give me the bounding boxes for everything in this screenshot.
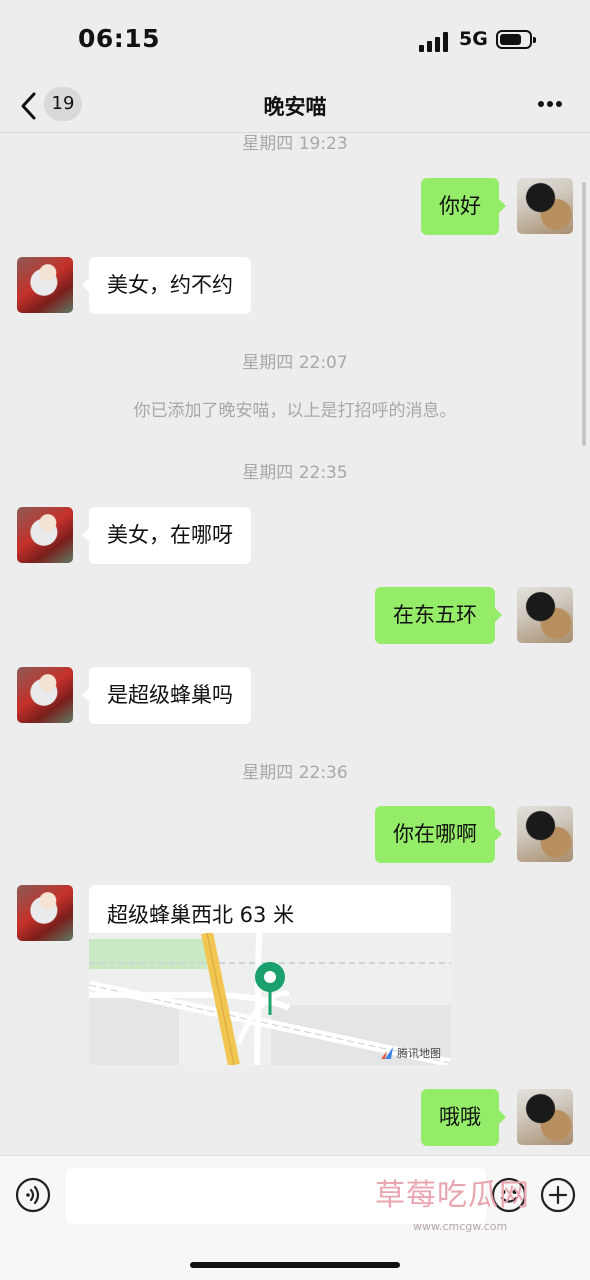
message-bubble-incoming[interactable]: 是超级蜂巢吗 — [82, 667, 251, 724]
self-avatar[interactable] — [517, 178, 573, 234]
message-input[interactable] — [66, 1168, 486, 1224]
self-avatar[interactable] — [517, 1089, 573, 1145]
home-indicator[interactable] — [190, 1262, 400, 1268]
input-bar: 草莓吃瓜网 www.cmcgw.com — [0, 1155, 590, 1280]
system-message: 你已添加了晚安喵，以上是打招呼的消息。 — [133, 401, 457, 421]
signal-icon — [419, 30, 451, 52]
map-credit: 腾讯地图 — [397, 1047, 441, 1060]
more-dots-icon[interactable] — [534, 94, 566, 114]
location-message-card[interactable]: 超级蜂巢西北 63 米 腾讯地图 — [89, 885, 451, 1065]
chat-title: 晚安喵 — [263, 95, 327, 119]
contact-avatar[interactable] — [17, 885, 73, 941]
message-bubble-outgoing[interactable]: 你好 — [421, 178, 506, 235]
self-avatar[interactable] — [517, 587, 573, 643]
contact-avatar[interactable] — [17, 257, 73, 313]
message-bubble-incoming[interactable]: 美女，在哪呀 — [82, 507, 251, 564]
scrollbar[interactable] — [582, 182, 586, 446]
timestamp: 星期四 19:23 — [242, 134, 348, 154]
message-bubble-incoming[interactable]: 美女，约不约 — [82, 257, 251, 314]
message-bubble-outgoing[interactable]: 你在哪啊 — [375, 806, 502, 863]
emoji-icon[interactable] — [491, 1177, 527, 1213]
timestamp: 星期四 22:07 — [242, 353, 348, 373]
timestamp: 星期四 22:36 — [242, 763, 348, 783]
location-title: 超级蜂巢西北 63 米 — [107, 903, 295, 927]
contact-avatar[interactable] — [17, 667, 73, 723]
status-time: 06:15 — [78, 24, 161, 53]
battery-icon — [496, 30, 536, 49]
plus-icon[interactable] — [540, 1177, 576, 1213]
chat-list[interactable]: 星期四 19:23 你好 美女，约不约 星期四 22:07 你已添加了晚安喵，以… — [0, 133, 590, 1155]
contact-avatar[interactable] — [17, 507, 73, 563]
network-label: 5G — [459, 28, 488, 50]
message-bubble-outgoing[interactable]: 在东五环 — [375, 587, 502, 644]
voice-icon[interactable] — [15, 1177, 51, 1213]
status-bar: 06:15 5G — [0, 0, 590, 80]
self-avatar[interactable] — [517, 806, 573, 862]
message-bubble-outgoing[interactable]: 哦哦 — [421, 1089, 506, 1146]
timestamp: 星期四 22:35 — [242, 463, 348, 483]
